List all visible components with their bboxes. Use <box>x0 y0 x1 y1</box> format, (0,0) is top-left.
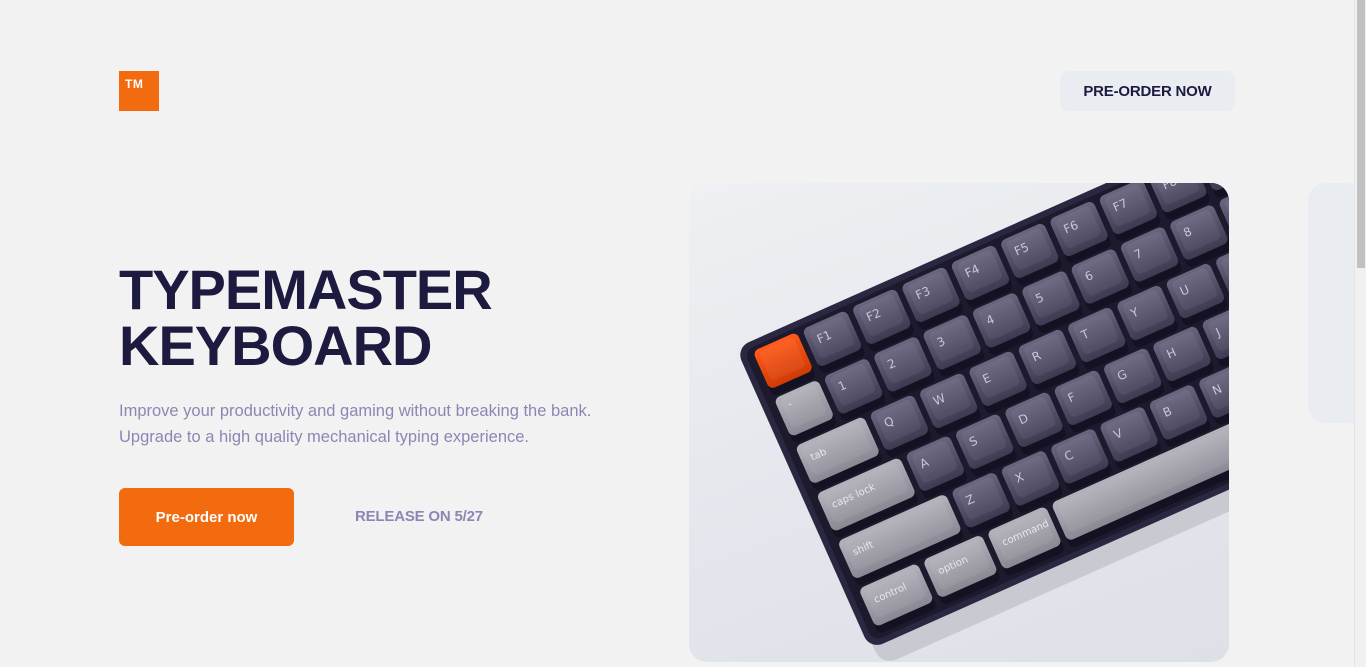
hero-title: TYPEMASTER KEYBOARD <box>119 262 639 374</box>
brand-logo[interactable]: TM <box>119 71 159 111</box>
logo-text: TM <box>125 77 144 91</box>
hero-description-line-1: Improve your productivity and gaming wit… <box>119 402 592 420</box>
hero-description: Improve your productivity and gaming wit… <box>119 398 659 450</box>
keyboard-body: F1F2F3F4F5F6F7F8F9F10F11`1234567890-tabQ… <box>740 183 1229 661</box>
vertical-scrollbar[interactable] <box>1354 0 1366 667</box>
scrollbar-thumb[interactable] <box>1357 0 1365 268</box>
release-date-link[interactable]: RELEASE ON 5/27 <box>355 508 483 525</box>
hero-title-line-2: KEYBOARD <box>119 314 432 377</box>
keyboard-image: F1F2F3F4F5F6F7F8F9F10F11`1234567890-tabQ… <box>689 183 1229 662</box>
preorder-button[interactable]: Pre-order now <box>119 488 294 546</box>
hero-description-line-2: Upgrade to a high quality mechanical typ… <box>119 428 530 446</box>
next-slide-card[interactable] <box>1308 183 1354 423</box>
hero-title-line-1: TYPEMASTER <box>119 258 493 321</box>
keyboard-illustration: F1F2F3F4F5F6F7F8F9F10F11`1234567890-tabQ… <box>740 183 1229 661</box>
landing-page: TM PRE-ORDER NOW TYPEMASTER KEYBOARD Imp… <box>0 0 1354 667</box>
header-preorder-button[interactable]: PRE-ORDER NOW <box>1060 71 1235 111</box>
